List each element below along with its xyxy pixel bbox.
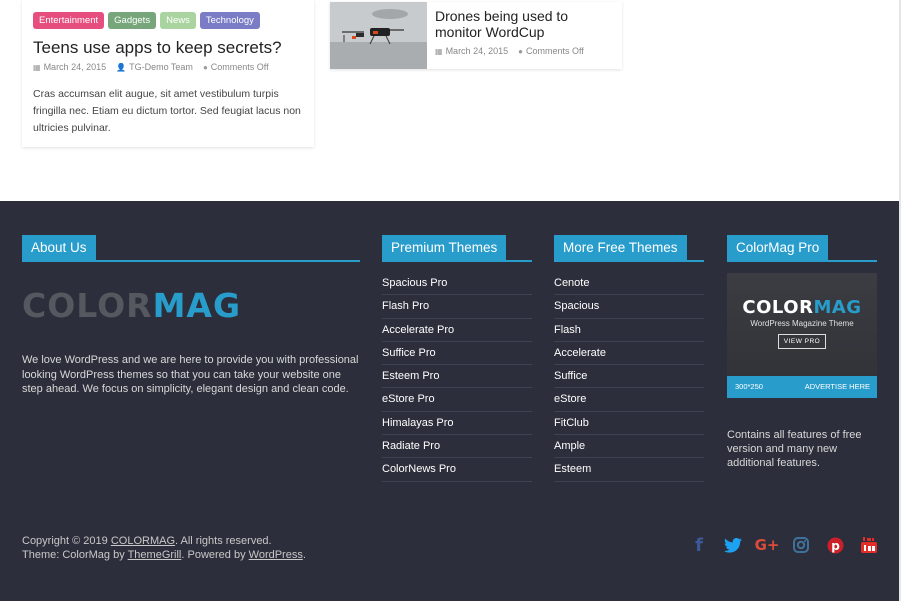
twitter-icon[interactable] bbox=[723, 534, 743, 556]
article-date[interactable]: March 24, 2015 bbox=[44, 62, 107, 72]
premium-theme-link[interactable]: Suffice Pro bbox=[382, 342, 532, 366]
ad-subtitle: WordPress Magazine Theme bbox=[750, 319, 854, 328]
tag-gadgets[interactable]: Gadgets bbox=[108, 12, 157, 29]
colormag-logo[interactable]: COLORMAG bbox=[22, 286, 241, 325]
ad-logo: COLORMAG bbox=[742, 297, 862, 318]
premium-themes-heading: Premium Themes bbox=[382, 235, 532, 262]
free-theme-link[interactable]: Cenote bbox=[554, 272, 704, 296]
article-title[interactable]: Drones being used to monitor WordCup bbox=[435, 8, 615, 40]
ad-size-label: 300*250 bbox=[735, 382, 763, 391]
premium-themes-title: Premium Themes bbox=[382, 235, 507, 260]
tag-technology[interactable]: Technology bbox=[199, 12, 260, 29]
tag-news[interactable]: News bbox=[160, 12, 196, 29]
colormag-pro-ad[interactable]: COLORMAG WordPress Magazine Theme VIEW P… bbox=[727, 273, 877, 398]
ad-bar: 300*250 ADVERTISE HERE bbox=[727, 376, 877, 398]
category-tags: Entertainment Gadgets News Technology bbox=[33, 12, 260, 29]
article-excerpt: Cras accumsan elit augue, sit amet vesti… bbox=[33, 88, 301, 134]
free-theme-link[interactable]: Esteem bbox=[554, 458, 704, 482]
free-themes-title: More Free Themes bbox=[554, 235, 687, 260]
premium-theme-link[interactable]: Radiate Pro bbox=[382, 435, 532, 459]
tag-entertainment[interactable]: Entertainment bbox=[33, 12, 105, 29]
premium-theme-link[interactable]: ColorNews Pro bbox=[382, 458, 532, 482]
article-comments: Comments Off bbox=[210, 62, 269, 72]
free-theme-link[interactable]: Accelerate bbox=[554, 342, 704, 366]
premium-theme-link[interactable]: Spacious Pro bbox=[382, 272, 532, 296]
google-plus-icon[interactable]: G+ bbox=[755, 534, 780, 556]
free-theme-link[interactable]: Suffice bbox=[554, 365, 704, 389]
youtube-icon[interactable] bbox=[859, 534, 879, 556]
article-title[interactable]: Teens use apps to keep secrets? bbox=[33, 38, 282, 58]
copyright-text: Copyright © 2019 COLORMAG. All rights re… bbox=[22, 535, 306, 561]
about-us-heading: About Us bbox=[22, 235, 360, 262]
advertise-here-label: ADVERTISE HERE bbox=[804, 382, 870, 391]
user-icon: 👤 bbox=[116, 62, 127, 72]
comment-icon: ● bbox=[202, 62, 208, 72]
about-us-text: We love WordPress and we are here to pro… bbox=[22, 354, 359, 395]
free-theme-link[interactable]: Ample bbox=[554, 435, 704, 459]
free-theme-link[interactable]: Spacious bbox=[554, 295, 704, 319]
social-links: f G+ p bbox=[689, 534, 879, 556]
colormag-pro-heading: ColorMag Pro bbox=[727, 235, 877, 262]
free-themes-list: Cenote Spacious Flash Accelerate Suffice… bbox=[554, 272, 704, 482]
premium-theme-link[interactable]: eStore Pro bbox=[382, 388, 532, 412]
premium-theme-link[interactable]: Accelerate Pro bbox=[382, 319, 532, 342]
view-pro-button[interactable]: VIEW PRO bbox=[778, 334, 826, 349]
site-link[interactable]: COLORMAG bbox=[111, 535, 175, 547]
free-theme-link[interactable]: eStore bbox=[554, 388, 704, 412]
colormag-pro-text: Contains all features of free version an… bbox=[727, 429, 862, 469]
premium-theme-link[interactable]: Flash Pro bbox=[382, 295, 532, 319]
free-theme-link[interactable]: Flash bbox=[554, 319, 704, 342]
wordpress-link[interactable]: WordPress bbox=[249, 549, 303, 561]
calendar-icon: ▦ bbox=[435, 46, 443, 56]
facebook-icon[interactable]: f bbox=[689, 534, 709, 556]
free-themes-heading: More Free Themes bbox=[554, 235, 704, 262]
calendar-icon: ▦ bbox=[33, 62, 41, 72]
article-author[interactable]: TG-Demo Team bbox=[129, 62, 193, 72]
drone-image bbox=[330, 2, 427, 69]
article-date[interactable]: March 24, 2015 bbox=[446, 46, 509, 56]
about-us-title: About Us bbox=[22, 235, 96, 260]
article-meta: ▦ March 24, 2015 👤 TG-Demo Team ● Comments … bbox=[33, 62, 269, 72]
instagram-icon[interactable] bbox=[791, 534, 811, 556]
article-card-primary: Entertainment Gadgets News Technology Te… bbox=[22, 0, 314, 147]
article-thumbnail[interactable] bbox=[330, 2, 427, 69]
themegrill-link[interactable]: ThemeGrill bbox=[128, 549, 182, 561]
premium-theme-link[interactable]: Esteem Pro bbox=[382, 365, 532, 389]
premium-theme-link[interactable]: Himalayas Pro bbox=[382, 412, 532, 436]
article-card-secondary: Drones being used to monitor WordCup ▦ Ma… bbox=[330, 2, 622, 69]
premium-themes-list: Spacious Pro Flash Pro Accelerate Pro Su… bbox=[382, 272, 532, 482]
pinterest-icon[interactable]: p bbox=[825, 534, 845, 556]
article-comments: Comments Off bbox=[525, 46, 584, 56]
article-meta: ▦ March 24, 2015 ● Comments Off bbox=[435, 46, 584, 56]
comment-icon: ● bbox=[518, 46, 523, 56]
colormag-pro-title: ColorMag Pro bbox=[727, 235, 829, 260]
svg-text:p: p bbox=[831, 539, 840, 553]
free-theme-link[interactable]: FitClub bbox=[554, 412, 704, 436]
